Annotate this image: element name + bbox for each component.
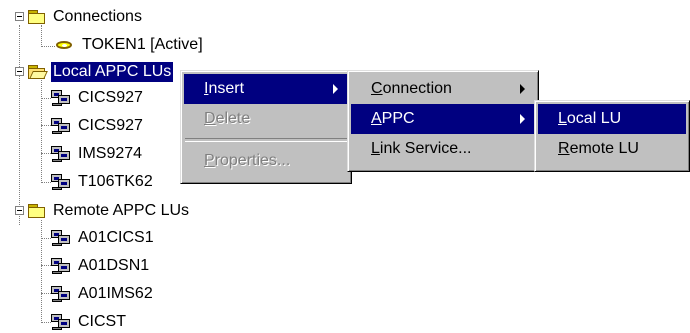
menu-label: ink Service... <box>379 140 472 157</box>
menu-item-connection[interactable]: Connection <box>351 74 535 104</box>
computer-lu-icon <box>50 89 72 107</box>
tree-node-label: CICS927 <box>78 89 143 106</box>
tree-node-label: A01CICS1 <box>78 229 154 246</box>
folder-open-icon <box>27 64 48 80</box>
tree-node-label: IMS9274 <box>78 145 143 162</box>
computer-lu-icon <box>50 285 72 303</box>
menu-accelerator: P <box>204 152 215 169</box>
menu-accelerator: D <box>204 110 216 127</box>
folder-open-icon <box>27 9 47 25</box>
tree-connector <box>41 220 42 323</box>
tree-connector <box>41 25 42 47</box>
tree-node-token[interactable]: TOKEN1 [Active] <box>54 34 205 56</box>
tree-node-lu[interactable]: T106TK62 <box>50 171 155 193</box>
computer-lu-icon <box>50 257 72 275</box>
tree-node-lu[interactable]: CICST <box>50 311 128 333</box>
menu-label: onnection <box>382 80 452 97</box>
tree-node-lu[interactable]: IMS9274 <box>50 143 144 165</box>
menu-item-delete[interactable]: Delete <box>184 104 348 134</box>
menu-separator <box>185 138 347 142</box>
insert-submenu: Connection A PPC Link Service... <box>347 70 539 172</box>
folder-icon <box>27 203 47 219</box>
tree-node-lu[interactable]: A01IMS62 <box>50 283 155 305</box>
collapse-toggle[interactable] <box>15 206 24 215</box>
menu-item-properties[interactable]: Properties... <box>184 146 348 176</box>
menu-item-local-lu[interactable]: Local LU <box>538 104 686 134</box>
submenu-arrow-icon <box>333 84 338 94</box>
tree-node-label: TOKEN1 [Active] <box>82 36 203 53</box>
menu-item-appc[interactable]: A PPC <box>351 104 535 134</box>
token-ring-icon <box>54 37 76 53</box>
menu-accelerator: A <box>371 110 382 127</box>
tree-node-label: Remote APPC LUs <box>53 202 190 219</box>
tree-node-label: T106TK62 <box>78 173 153 190</box>
computer-lu-icon <box>50 145 72 163</box>
tree-node-lu[interactable]: CICS927 <box>50 87 145 109</box>
tree-connector <box>41 80 42 183</box>
menu-label: nsert <box>208 80 245 97</box>
collapse-toggle[interactable] <box>15 67 24 76</box>
computer-lu-icon <box>50 313 72 331</box>
tree-node-connections[interactable]: Connections <box>27 6 144 28</box>
tree-node-lu[interactable]: A01DSN1 <box>50 255 151 277</box>
computer-lu-icon <box>50 229 72 247</box>
tree-node-label: Local APPC LUs <box>49 61 175 83</box>
menu-label: ocal LU <box>566 110 622 127</box>
tree-node-label: Connections <box>53 8 142 25</box>
tree-node-label: A01IMS62 <box>78 285 153 302</box>
menu-accelerator: L <box>558 110 567 127</box>
context-menu: Insert Delete Properties... <box>180 70 352 184</box>
menu-item-remote-lu[interactable]: Remote LU <box>538 134 686 164</box>
submenu-arrow-icon <box>520 114 525 124</box>
menu-accelerator: R <box>558 140 570 157</box>
computer-lu-icon <box>50 117 72 135</box>
menu-label: roperties... <box>214 152 291 169</box>
menu-label: PPC <box>381 110 415 127</box>
menu-label: elete <box>215 110 251 127</box>
tree-connector <box>41 46 55 47</box>
tree-node-label: CICST <box>78 313 126 330</box>
tree-node-label: CICS927 <box>78 117 143 134</box>
tree-node-lu[interactable]: CICS927 <box>50 115 145 137</box>
tree-node-local-appc-lus[interactable]: Local APPC LUs <box>27 61 175 83</box>
tree-node-label: A01DSN1 <box>78 257 150 274</box>
menu-accelerator: C <box>371 80 383 97</box>
appc-submenu: Local LU Remote LU <box>534 100 690 172</box>
menu-item-insert[interactable]: Insert <box>184 74 348 104</box>
submenu-arrow-icon <box>520 84 525 94</box>
menu-label: emote LU <box>569 140 639 157</box>
tree-node-lu[interactable]: A01CICS1 <box>50 227 156 249</box>
menu-item-link-service[interactable]: Link Service... <box>351 134 535 164</box>
menu-accelerator: L <box>371 140 380 157</box>
computer-lu-icon <box>50 173 72 191</box>
collapse-toggle[interactable] <box>15 12 24 21</box>
tree-node-remote-appc-lus[interactable]: Remote APPC LUs <box>27 200 191 222</box>
tree-connector <box>19 25 20 225</box>
